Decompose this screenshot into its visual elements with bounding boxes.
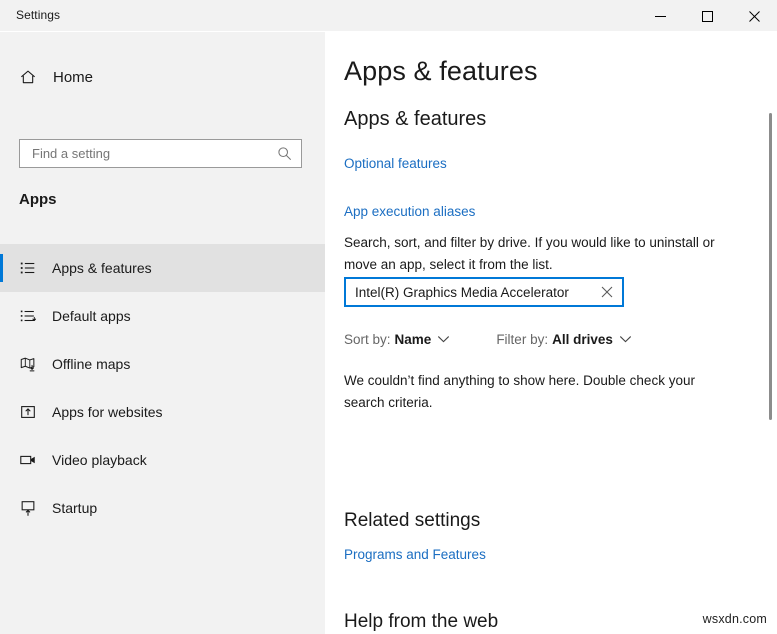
sidebar-item-default-apps[interactable]: Default apps xyxy=(0,292,325,340)
sort-by-label: Sort by: xyxy=(344,332,391,347)
optional-features-link[interactable]: Optional features xyxy=(344,156,447,171)
content-scrollbar[interactable] xyxy=(765,32,777,634)
sidebar-item-label: Apps & features xyxy=(52,260,152,276)
sidebar-item-video-playback[interactable]: Video playback xyxy=(0,436,325,484)
sidebar-item-home[interactable]: Home xyxy=(0,60,325,94)
app-execution-aliases-link[interactable]: App execution aliases xyxy=(344,204,475,219)
app-list-search-input[interactable] xyxy=(346,280,592,304)
watermark: wsxdn.com xyxy=(703,612,767,626)
clear-search-icon[interactable] xyxy=(592,286,622,298)
programs-and-features-link[interactable]: Programs and Features xyxy=(344,547,486,562)
description-text: Search, sort, and filter by drive. If yo… xyxy=(344,232,742,276)
minimize-icon xyxy=(655,11,666,22)
list-icon xyxy=(18,258,38,278)
sidebar-item-label: Apps for websites xyxy=(52,404,163,420)
filter-by-label: Filter by: xyxy=(496,332,548,347)
settings-search-box[interactable] xyxy=(19,139,302,168)
main-content: Apps & features Apps & features Optional… xyxy=(325,32,777,634)
close-icon xyxy=(749,11,760,22)
sort-by-value: Name xyxy=(395,332,432,347)
home-icon xyxy=(17,66,39,88)
sidebar-group-label: Apps xyxy=(19,191,57,208)
page-title: Apps & features xyxy=(344,56,538,87)
sidebar-item-offline-maps[interactable]: Offline maps xyxy=(0,340,325,388)
window-title: Settings xyxy=(16,8,60,22)
chevron-down-icon xyxy=(620,331,631,346)
sidebar-item-apps-features[interactable]: Apps & features xyxy=(0,244,325,292)
sidebar-item-label: Video playback xyxy=(52,452,147,468)
settings-window: Settings Home xyxy=(0,0,777,634)
minimize-button[interactable] xyxy=(637,0,683,32)
sidebar-item-startup[interactable]: Startup xyxy=(0,484,325,532)
sidebar: Home Apps xyxy=(0,32,325,634)
title-bar: Settings xyxy=(0,0,777,32)
sort-by-dropdown[interactable]: Sort by: Name xyxy=(344,332,449,347)
sidebar-nav-list: Apps & features Default apps xyxy=(0,244,325,532)
sidebar-item-apps-for-websites[interactable]: Apps for websites xyxy=(0,388,325,436)
help-from-web-heading: Help from the web xyxy=(344,611,498,633)
sidebar-home-label: Home xyxy=(53,69,93,86)
scrollbar-thumb[interactable] xyxy=(769,113,772,420)
maximize-button[interactable] xyxy=(684,0,730,32)
close-button[interactable] xyxy=(731,0,777,32)
related-settings-heading: Related settings xyxy=(344,510,480,532)
maximize-icon xyxy=(702,11,713,22)
sidebar-item-label: Startup xyxy=(52,500,97,516)
search-input[interactable] xyxy=(20,141,270,166)
list-arrow-icon xyxy=(18,306,38,326)
chevron-down-icon xyxy=(438,331,449,346)
app-list-search-box[interactable] xyxy=(344,277,624,307)
filter-row: Sort by: Name Filter by: All drives xyxy=(344,332,631,347)
sidebar-item-label: Offline maps xyxy=(52,356,130,372)
empty-results-message: We couldn’t find anything to show here. … xyxy=(344,370,726,414)
section-heading: Apps & features xyxy=(344,108,486,131)
sidebar-item-label: Default apps xyxy=(52,308,131,324)
filter-by-dropdown[interactable]: Filter by: All drives xyxy=(496,332,631,347)
video-camera-icon xyxy=(18,450,38,470)
search-icon[interactable] xyxy=(270,146,298,161)
map-download-icon xyxy=(18,354,38,374)
filter-by-value: All drives xyxy=(552,332,613,347)
box-arrow-up-icon xyxy=(18,402,38,422)
monitor-arrow-icon xyxy=(18,498,38,518)
